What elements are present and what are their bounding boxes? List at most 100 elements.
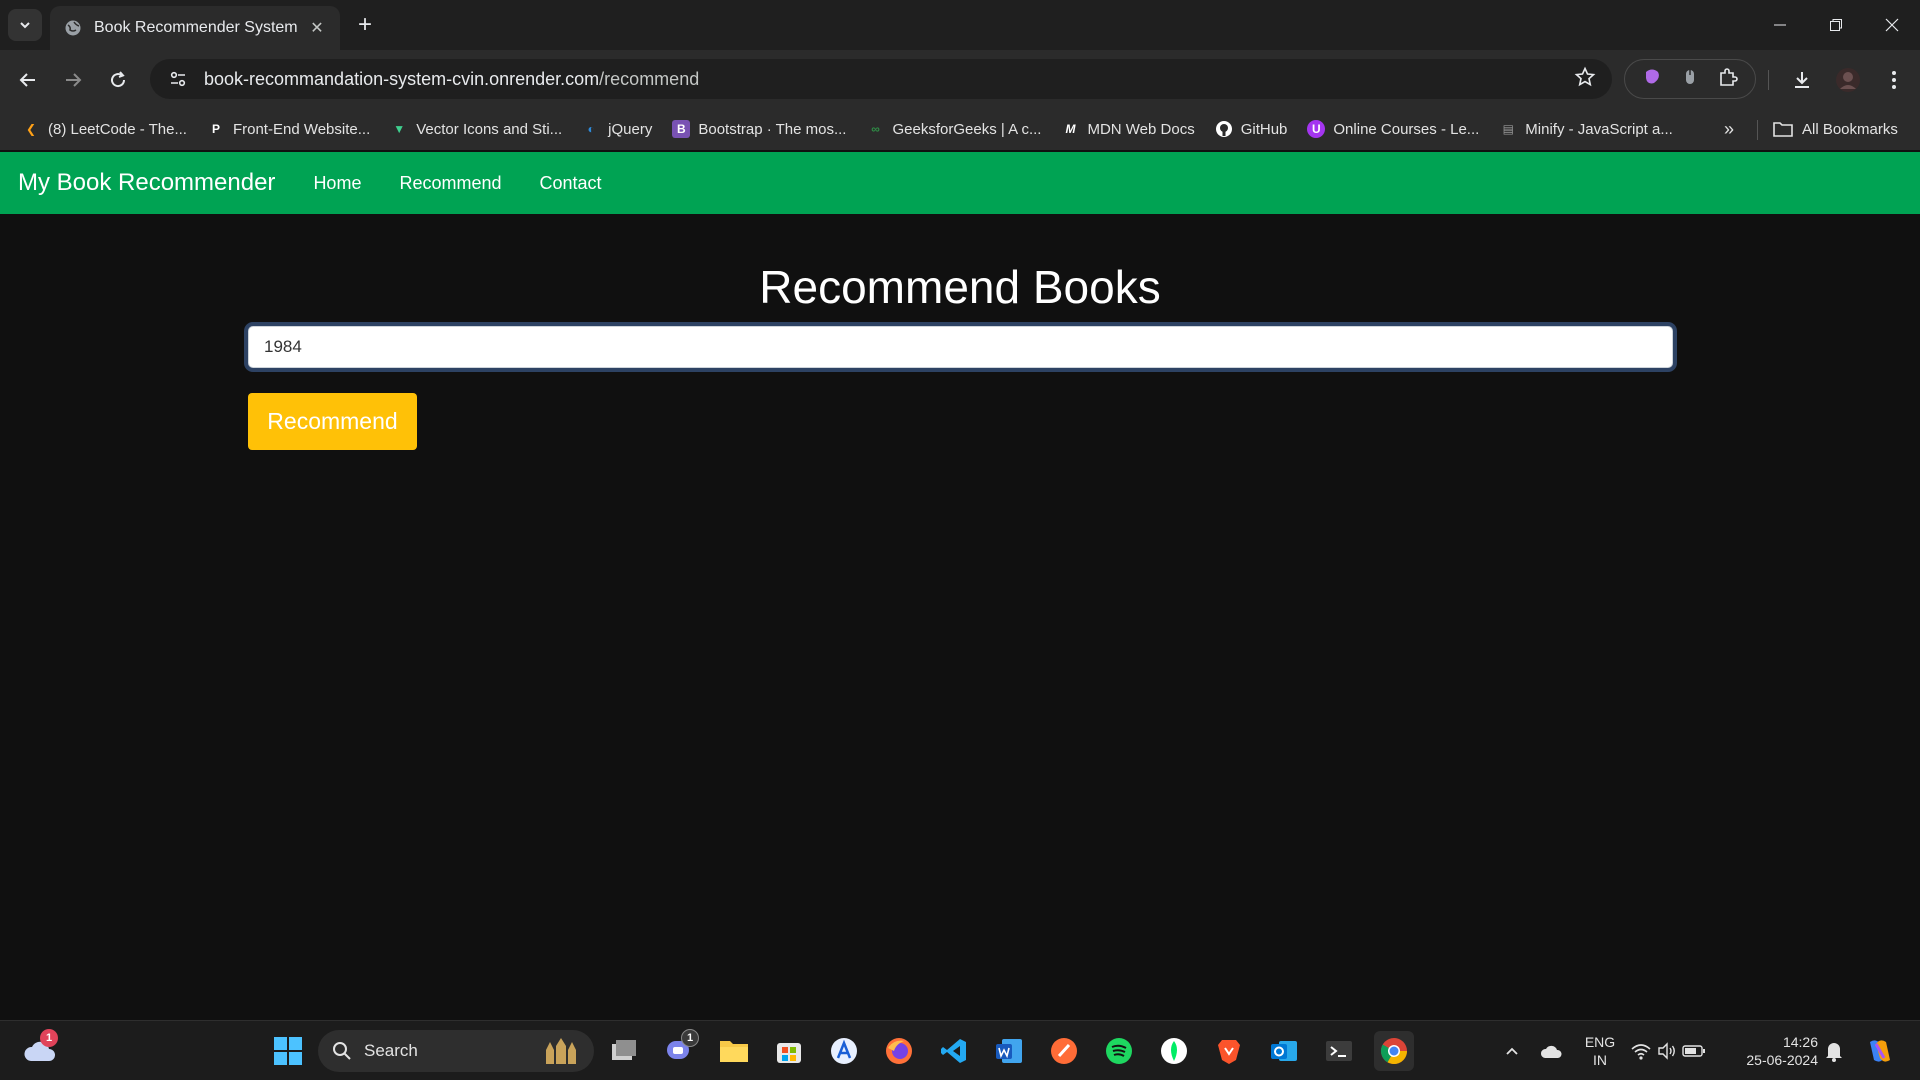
site-navbar: My Book Recommender Home Recommend Conta… (0, 152, 1920, 214)
minimize-icon (1774, 24, 1786, 26)
bookmark-udemy[interactable]: U Online Courses - Le... (1299, 114, 1487, 144)
file-explorer-app[interactable] (714, 1031, 754, 1071)
bookmark-frontend[interactable]: P Front-End Website... (199, 114, 378, 144)
bookmark-jquery[interactable]: ◐ jQuery (574, 114, 660, 144)
mongodb-app[interactable] (1154, 1031, 1194, 1071)
leetcode-icon: ❮ (25, 122, 37, 136)
nav-link-contact[interactable]: Contact (540, 173, 602, 194)
copilot-button[interactable] (1860, 1031, 1900, 1071)
clock-time: 14:26 (1782, 1034, 1818, 1050)
restore-icon (1830, 19, 1842, 31)
word-app[interactable] (989, 1031, 1029, 1071)
extension-purple-icon[interactable] (1641, 66, 1663, 93)
bookmarks-overflow-button[interactable]: » (1714, 114, 1744, 144)
task-view-button[interactable] (604, 1031, 644, 1071)
weather-widget[interactable]: 1 (20, 1029, 60, 1071)
bookmark-minify[interactable]: ▤ Minify - JavaScript a... (1491, 114, 1681, 144)
close-icon (1885, 18, 1899, 32)
store-app[interactable] (769, 1031, 809, 1071)
outlook-app[interactable] (1264, 1031, 1304, 1071)
extensions-group (1624, 59, 1756, 99)
vscode-icon (941, 1039, 966, 1063)
close-tab-icon[interactable]: ✕ (306, 17, 328, 39)
taskbar-search[interactable]: Search (318, 1030, 594, 1072)
windows-logo-icon (274, 1037, 302, 1065)
all-bookmarks-label: All Bookmarks (1802, 120, 1898, 138)
language-indicator[interactable]: ENG IN (1576, 1033, 1624, 1069)
frontend-icon: P (211, 122, 220, 136)
battery-icon (1682, 1045, 1705, 1057)
brave-icon (1218, 1040, 1240, 1064)
spotify-app[interactable] (1099, 1031, 1139, 1071)
active-tab[interactable]: Book Recommender System ✕ (50, 6, 340, 50)
nav-link-home[interactable]: Home (313, 173, 361, 194)
teams-badge: 1 (681, 1029, 699, 1047)
all-bookmarks-button[interactable]: All Bookmarks (1772, 114, 1898, 144)
mdn-icon: M (1065, 122, 1076, 136)
back-arrow-icon (19, 73, 35, 87)
close-window-button[interactable] (1864, 0, 1920, 50)
vscode-app[interactable] (934, 1031, 974, 1071)
wifi-icon (1631, 1044, 1651, 1060)
url-domain: book-recommandation-system-cvin.onrender… (204, 68, 600, 89)
brave-app[interactable] (1209, 1031, 1249, 1071)
avatar (1836, 68, 1860, 92)
restore-button[interactable] (1808, 0, 1864, 50)
site-info-icon[interactable] (166, 67, 190, 91)
chrome-app[interactable] (1374, 1031, 1414, 1071)
tab-strip: Book Recommender System ✕ + (0, 0, 1920, 50)
postman-icon (1051, 1038, 1077, 1064)
quick-settings-button[interactable] (1628, 1031, 1708, 1071)
forward-button[interactable] (55, 62, 91, 98)
downloads-button[interactable] (1784, 62, 1820, 98)
bookmark-label: (8) LeetCode - The... (48, 120, 187, 138)
recommend-button[interactable]: Recommend (248, 393, 417, 450)
start-button[interactable] (268, 1031, 308, 1071)
show-hidden-icons-button[interactable] (1492, 1031, 1532, 1071)
bookmark-vector-icons[interactable]: ▼ Vector Icons and Sti... (382, 114, 570, 144)
browser-toolbar: book-recommandation-system-cvin.onrender… (0, 50, 1920, 108)
clock[interactable]: 14:26 25-06-2024 (1728, 1033, 1818, 1069)
extension-mouse-icon[interactable] (1679, 66, 1701, 93)
minify-icon: ▤ (1502, 122, 1514, 136)
bookmark-github[interactable]: GitHub (1207, 114, 1296, 144)
window-controls (1752, 0, 1920, 50)
bootstrap-icon: B (672, 120, 691, 138)
site-brand[interactable]: My Book Recommender (18, 169, 275, 197)
bookmark-mdn[interactable]: M MDN Web Docs (1053, 114, 1202, 144)
task-view-icon (612, 1040, 636, 1060)
new-tab-button[interactable]: + (350, 10, 380, 40)
onedrive-button[interactable] (1532, 1031, 1572, 1071)
bookmark-bootstrap[interactable]: B Bootstrap · The mos... (664, 114, 854, 144)
double-chevron-right-icon: » (1723, 118, 1734, 139)
app-a[interactable] (824, 1031, 864, 1071)
extensions-puzzle-icon[interactable] (1717, 66, 1739, 93)
minimize-button[interactable] (1752, 0, 1808, 50)
chevron-down-icon (20, 22, 30, 29)
tab-search-button[interactable] (8, 9, 42, 41)
profile-button[interactable] (1830, 62, 1866, 98)
firefox-icon (886, 1038, 912, 1064)
notifications-button[interactable] (1814, 1031, 1854, 1071)
folder-icon (720, 1041, 748, 1062)
firefox-app[interactable] (879, 1031, 919, 1071)
bookmark-geeksforgeeks[interactable]: ∞ GeeksforGeeks | A c... (858, 114, 1049, 144)
reload-button[interactable] (100, 62, 136, 98)
jquery-icon: ◐ (587, 122, 595, 136)
bookmark-star-icon[interactable] (1574, 66, 1596, 93)
terminal-app[interactable] (1319, 1031, 1359, 1071)
bookmark-label: Minify - JavaScript a... (1525, 120, 1673, 138)
reload-icon (111, 71, 126, 88)
language-line-2: IN (1593, 1052, 1607, 1068)
address-bar[interactable]: book-recommandation-system-cvin.onrender… (150, 59, 1612, 99)
nav-link-recommend[interactable]: Recommend (399, 173, 501, 194)
bookmark-leetcode[interactable]: ❮ (8) LeetCode - The... (14, 114, 195, 144)
book-title-input[interactable] (248, 326, 1673, 368)
teams-app[interactable]: 1 (659, 1029, 699, 1071)
toolbar-separator (1768, 70, 1769, 90)
back-button[interactable] (10, 62, 46, 98)
postman-app[interactable] (1044, 1031, 1084, 1071)
browser-menu-button[interactable] (1876, 62, 1912, 98)
github-icon (1215, 120, 1233, 138)
copilot-icon (1870, 1040, 1890, 1062)
